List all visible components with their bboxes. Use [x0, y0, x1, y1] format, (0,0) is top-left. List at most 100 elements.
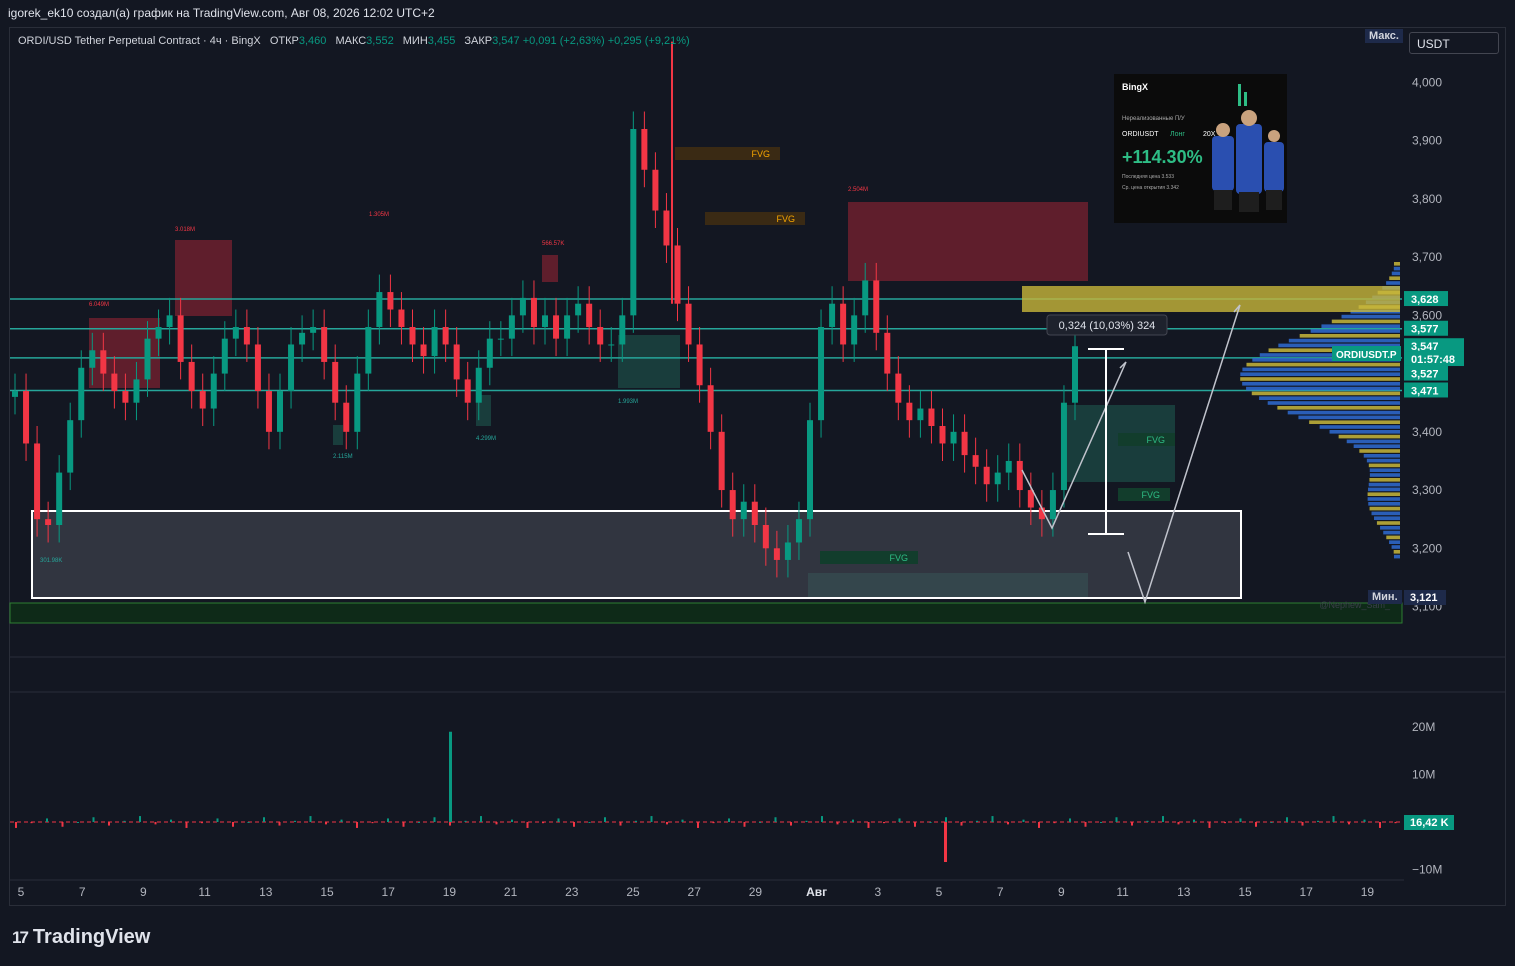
volume-profile-bar-13 — [1321, 324, 1400, 328]
volume-profile-bar-3 — [1389, 276, 1400, 280]
candle-body-24 — [277, 391, 283, 432]
candle-body-43 — [486, 338, 493, 368]
candle-body-45 — [508, 315, 515, 339]
volume-bar-5 — [92, 817, 95, 822]
candle-body-84 — [939, 426, 946, 444]
legend-close-label: ЗАКР — [464, 35, 493, 47]
candle-body-57 — [641, 129, 648, 170]
time-tick-2: 9 — [140, 885, 147, 899]
candle-body-74 — [829, 303, 836, 327]
volume-bar-60 — [945, 817, 947, 822]
volume-bar-16 — [263, 817, 265, 822]
candle-body-49 — [553, 315, 560, 339]
candle-body-31 — [354, 373, 361, 432]
volume-profile-bar-25 — [1242, 382, 1400, 386]
volume-profile-bar-41 — [1366, 458, 1400, 463]
time-tick-22: 19 — [1361, 885, 1375, 899]
volume-bar-50 — [790, 822, 792, 826]
time-tick-20: 15 — [1238, 885, 1252, 899]
currency-selector[interactable]: USDT — [1409, 32, 1499, 54]
volume-profile-bar-33 — [1309, 420, 1400, 424]
volume-label-1: 1.305M — [369, 212, 389, 218]
price-chart[interactable]: FVG FVG FVG FVG FVG 3.018M 1.305M 566.57K 2.504M… — [0, 0, 1515, 966]
legend-high-label: МАКС — [335, 35, 367, 47]
price-tick-1: 3,900 — [1412, 134, 1442, 148]
price-tick-2: 3,800 — [1412, 192, 1442, 206]
volume-profile-bar-45 — [1369, 478, 1400, 482]
volume-bar-65 — [1022, 819, 1025, 822]
volume-bar-71 — [1115, 817, 1118, 822]
volume-bar-43 — [681, 819, 684, 822]
candle-body-82 — [917, 408, 924, 421]
volume-profile-bar-51 — [1369, 506, 1400, 511]
candle-body-80 — [895, 373, 902, 403]
volume-profile-bar-60 — [1393, 550, 1400, 554]
candle-body-33 — [376, 292, 383, 327]
volume-bar-21 — [340, 819, 343, 822]
volume-bar-85 — [1332, 816, 1335, 822]
candle-body-5 — [67, 420, 74, 473]
volume-label-2: 566.57K — [542, 241, 564, 247]
candle-body-40 — [453, 344, 460, 380]
time-tick-11: 27 — [688, 885, 702, 899]
tradingview-logo-icon: 17 — [12, 927, 29, 947]
volume-profile-bar-47 — [1368, 487, 1400, 492]
volume-bar-7 — [123, 820, 126, 822]
legend-change-2: +0,295 (+9,21%) — [607, 35, 690, 47]
volume-bar-69 — [1084, 822, 1087, 827]
min-value: 3,121 — [1410, 592, 1438, 604]
bottom-support-zone — [9, 602, 1403, 624]
min-tag: Мин. — [1368, 590, 1402, 604]
measure-label: 0,324 (10,03%) 324 — [1059, 320, 1156, 332]
volume-tick-0: 20M — [1412, 720, 1435, 734]
volume-bar-86 — [1348, 822, 1350, 825]
volume-label-8: 301.98K — [40, 558, 62, 564]
volume-profile-bar-39 — [1359, 449, 1400, 453]
candle-body-14 — [166, 315, 173, 327]
volume-bar-41 — [650, 816, 653, 822]
volume-current: 16,42 K — [1410, 817, 1449, 829]
price-tick-7: 3,300 — [1412, 483, 1442, 497]
volume-profile-bar-58 — [1389, 540, 1400, 544]
volume-bar-49 — [774, 817, 777, 822]
legend-low-label: МИН — [402, 35, 428, 47]
volume-bar-19 — [309, 816, 312, 822]
fvg-label-1: FVG — [776, 214, 795, 224]
candle-body-88 — [983, 466, 990, 485]
volume-profile-bar-52 — [1371, 511, 1400, 516]
volume-profile-bar-61 — [1394, 554, 1400, 559]
max-tag: Макс. — [1365, 29, 1403, 43]
volume-bar-44 — [697, 822, 699, 828]
candle-body-25 — [288, 344, 295, 392]
volume-profile-bar-42 — [1368, 463, 1400, 468]
candle-body-27 — [310, 327, 317, 333]
volume-tick-1: 10M — [1412, 768, 1435, 782]
volume-profile-bar-16 — [1288, 338, 1400, 343]
volume-bar-39 — [619, 822, 622, 826]
candle-body-39 — [442, 327, 449, 345]
candle-body-28 — [321, 327, 328, 362]
volume-bar-8 — [139, 816, 141, 822]
volume-bar-61 — [960, 822, 963, 826]
volume-bar-54 — [852, 819, 854, 822]
time-tick-16: 7 — [997, 885, 1004, 899]
volume-profile-bar-56 — [1383, 530, 1400, 535]
volume-bar-87 — [1363, 819, 1366, 822]
candle-body-42 — [475, 367, 482, 403]
candle-body-61 — [685, 303, 692, 345]
price-tick-3: 3,700 — [1412, 250, 1442, 264]
candle-body-62 — [696, 344, 703, 386]
volume-bar-15 — [247, 822, 250, 823]
candle-body-22 — [254, 344, 261, 392]
time-tick-1: 7 — [79, 885, 86, 899]
candle-body-4 — [56, 472, 63, 525]
volume-bar-47 — [743, 822, 746, 827]
volume-bar-29 — [464, 820, 467, 822]
candle-body-89 — [994, 472, 1001, 485]
volume-bar-74 — [1162, 816, 1164, 822]
tradingview-logo[interactable]: 17 TradingView — [12, 926, 150, 949]
volume-bar-10 — [170, 819, 172, 822]
volume-bar-76 — [1193, 819, 1195, 822]
volume-profile-bar-30 — [1277, 406, 1400, 410]
candle-body-95 — [1060, 402, 1067, 491]
